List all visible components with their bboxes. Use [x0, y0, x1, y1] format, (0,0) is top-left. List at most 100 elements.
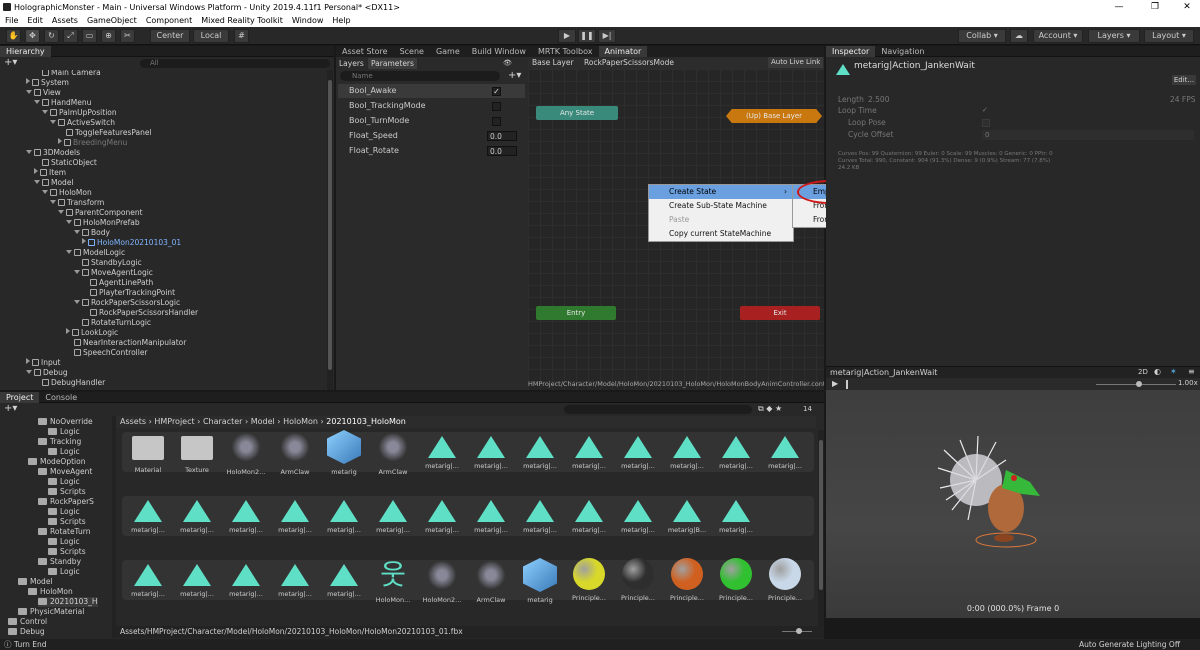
collapse-arrow-icon[interactable]: [82, 238, 86, 244]
param-float-field[interactable]: 0.0: [487, 146, 517, 156]
asset-item[interactable]: Texture: [175, 430, 219, 474]
folder-row[interactable]: 20210103_H: [38, 597, 98, 607]
hierarchy-row[interactable]: RockPaperScissorsHandler: [82, 308, 198, 318]
param-row[interactable]: Bool_TurnMode: [338, 114, 525, 128]
collapse-arrow-icon[interactable]: [26, 358, 30, 364]
folder-row[interactable]: PhysicMaterial: [18, 607, 84, 617]
folder-row[interactable]: Model: [18, 577, 53, 587]
folder-row[interactable]: Scripts: [48, 487, 86, 497]
asset-item[interactable]: metarig|...: [420, 430, 464, 470]
layout-dropdown[interactable]: Layout ▾: [1144, 29, 1194, 43]
move-tool-icon[interactable]: ✥: [25, 29, 40, 43]
folder-row[interactable]: ModeOption: [28, 457, 85, 467]
menu-edit[interactable]: Edit: [27, 16, 43, 25]
expand-arrow-icon[interactable]: [66, 220, 72, 224]
hierarchy-row[interactable]: MoveAgentLogic: [74, 268, 153, 278]
asset-item[interactable]: metarig|...: [714, 430, 758, 470]
menu-file[interactable]: File: [5, 16, 18, 25]
hierarchy-row[interactable]: SpeechController: [66, 348, 148, 358]
hierarchy-row[interactable]: HoloMon20210103_01: [82, 238, 181, 248]
asset-item[interactable]: ArmClaw: [469, 558, 513, 604]
asset-item[interactable]: metarig|...: [224, 494, 268, 534]
param-checkbox[interactable]: [492, 117, 501, 126]
minimize-icon[interactable]: —: [1106, 0, 1132, 14]
param-row[interactable]: Float_Rotate 0.0: [338, 144, 525, 158]
hand-tool-icon[interactable]: ✋: [6, 29, 21, 43]
folder-row[interactable]: RotateTurn: [38, 527, 90, 537]
pivot-center-button[interactable]: Center: [150, 29, 190, 43]
tab-console[interactable]: Console: [39, 392, 83, 403]
tab-hierarchy[interactable]: Hierarchy: [0, 45, 51, 57]
asset-item[interactable]: Principle...: [763, 558, 807, 602]
collapse-arrow-icon[interactable]: [66, 328, 70, 334]
preview-play-icon[interactable]: ▶: [832, 379, 838, 388]
timeline-scrubber[interactable]: [846, 380, 848, 389]
asset-item[interactable]: metarig|...: [322, 494, 366, 534]
menu-icon[interactable]: ≡: [1188, 367, 1195, 376]
step-button[interactable]: ▶|: [598, 29, 616, 43]
asset-item[interactable]: metarig|...: [175, 494, 219, 534]
asset-item[interactable]: metarig|...: [175, 558, 219, 598]
folder-row[interactable]: Logic: [48, 477, 80, 487]
hierarchy-row[interactable]: System: [26, 78, 69, 88]
asset-item[interactable]: HoloMon2...: [224, 430, 268, 476]
collapse-arrow-icon[interactable]: [26, 78, 30, 84]
preview-viewport[interactable]: 0:00 (000.0%) Frame 0: [826, 390, 1200, 618]
expand-arrow-icon[interactable]: [26, 370, 32, 374]
menu-assets[interactable]: Assets: [52, 16, 78, 25]
hierarchy-row[interactable]: RockPaperScissorsLogic: [74, 298, 180, 308]
play-button[interactable]: ▶: [558, 29, 576, 43]
filter-icons[interactable]: ⧉ ◆ ★: [758, 404, 782, 414]
breadcrumb-base-layer[interactable]: Base Layer: [532, 58, 574, 67]
project-search-input[interactable]: [564, 405, 752, 414]
grid-snap-icon[interactable]: #: [234, 29, 249, 43]
hierarchy-row[interactable]: NearInteractionManipulator: [66, 338, 186, 348]
expand-arrow-icon[interactable]: [66, 250, 72, 254]
tab-scene[interactable]: Scene: [394, 46, 430, 57]
layers-tab[interactable]: Layers: [339, 59, 364, 69]
asset-item[interactable]: Principle...: [665, 558, 709, 602]
param-row[interactable]: Bool_TrackingMode: [338, 99, 525, 113]
hierarchy-row[interactable]: 3DModels: [26, 148, 80, 158]
asset-item[interactable]: Principle...: [567, 558, 611, 602]
hierarchy-row[interactable]: Body: [74, 228, 110, 238]
add-icon[interactable]: +▾: [4, 58, 18, 68]
edit-button[interactable]: Edit...: [1172, 75, 1196, 85]
scale-tool-icon[interactable]: ⤢: [63, 29, 78, 43]
visibility-icon[interactable]: 👁: [503, 59, 512, 67]
exit-node[interactable]: Exit: [740, 306, 820, 320]
project-add-icon[interactable]: +▾: [4, 404, 17, 414]
menu-mrtk[interactable]: Mixed Reality Toolkit: [201, 16, 283, 25]
folder-row[interactable]: Logic: [48, 427, 80, 437]
speed-slider-thumb[interactable]: [1136, 381, 1142, 387]
account-dropdown[interactable]: Account ▾: [1033, 29, 1083, 43]
transform-tool-icon[interactable]: ⊕: [101, 29, 116, 43]
collab-dropdown[interactable]: Collab ▾: [958, 29, 1006, 43]
crumb[interactable]: HoloMon: [283, 417, 318, 426]
hierarchy-row[interactable]: Input: [26, 358, 60, 368]
folder-row[interactable]: RockPaperS: [38, 497, 94, 507]
asset-item[interactable]: 웃 HoloMon...: [371, 558, 415, 604]
asset-item[interactable]: metarig|...: [273, 494, 317, 534]
hierarchy-row[interactable]: Main Camera: [34, 70, 101, 78]
expand-arrow-icon[interactable]: [74, 230, 80, 234]
folder-row[interactable]: Scripts: [48, 517, 86, 527]
hierarchy-row[interactable]: ActiveSwitch: [50, 118, 115, 128]
param-float-field[interactable]: 0.0: [487, 131, 517, 141]
hierarchy-row[interactable]: View: [26, 88, 61, 98]
asset-item[interactable]: metarig|...: [616, 430, 660, 470]
asset-item[interactable]: metarig|...: [469, 494, 513, 534]
tab-inspector[interactable]: Inspector: [826, 45, 876, 57]
param-checkbox[interactable]: [492, 102, 501, 111]
any-state-node[interactable]: Any State: [536, 106, 618, 120]
asset-item[interactable]: Principle...: [616, 558, 660, 602]
asset-item[interactable]: metarig|...: [273, 558, 317, 598]
tab-game[interactable]: Game: [430, 46, 466, 57]
folder-row[interactable]: Debug: [8, 627, 45, 637]
expand-arrow-icon[interactable]: [26, 90, 32, 94]
param-row[interactable]: Float_Speed 0.0: [338, 129, 525, 143]
parameter-search-input[interactable]: Name: [340, 71, 500, 81]
maximize-icon[interactable]: ❐: [1142, 0, 1168, 14]
hierarchy-row[interactable]: Transform: [50, 198, 104, 208]
avatar-icon[interactable]: ✶: [1170, 367, 1177, 376]
